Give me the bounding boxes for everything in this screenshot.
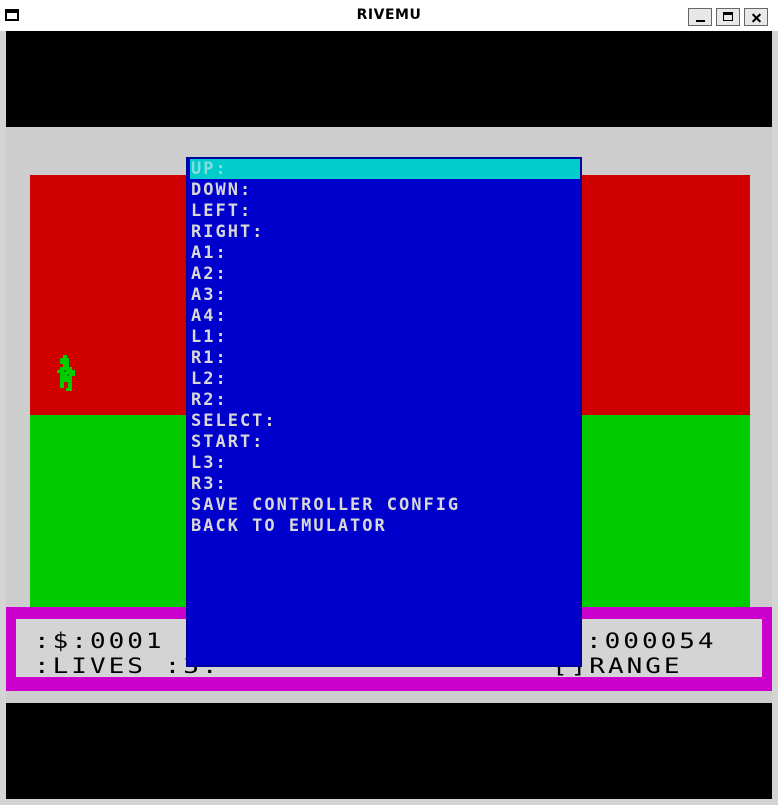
menu-item-l3[interactable]: L3: <box>188 453 580 473</box>
menu-item-a3[interactable]: A3: <box>188 285 580 305</box>
maximize-button[interactable] <box>716 8 740 26</box>
menu-item-l1[interactable]: L1: <box>188 327 580 347</box>
back-to-emulator-option[interactable]: BACK TO EMULATOR <box>188 516 580 536</box>
menu-item-a4[interactable]: A4: <box>188 306 580 326</box>
menu-item-start[interactable]: START: <box>188 432 580 452</box>
controller-config-menu: UP: DOWN: LEFT: RIGHT: A1: A2: A3: A4: L… <box>186 157 582 667</box>
game-screen[interactable]: :$:0001 :LIVES :3: :000054 []RANGE UP: D… <box>6 31 772 799</box>
letterbox-top <box>6 31 772 127</box>
menu-item-select[interactable]: SELECT: <box>188 411 580 431</box>
menu-item-r1[interactable]: R1: <box>188 348 580 368</box>
money-readout: :$:0001 <box>34 629 165 654</box>
emulator-window: RIVEMU:$:0001:LIVES:3::000054 []RANG… <box>0 0 778 805</box>
score-readout: :000054 <box>586 629 717 654</box>
title-bar[interactable]: RIVEMU <box>0 0 778 31</box>
close-button[interactable] <box>744 8 768 26</box>
menu-item-right[interactable]: RIGHT: <box>188 222 580 242</box>
menu-item-a2[interactable]: A2: <box>188 264 580 284</box>
menu-item-l2[interactable]: L2: <box>188 369 580 389</box>
menu-item-down[interactable]: DOWN: <box>188 180 580 200</box>
save-controller-config-option[interactable]: SAVE CONTROLLER CONFIG <box>188 495 580 515</box>
menu-item-r3[interactable]: R3: <box>188 474 580 494</box>
menu-item-a1[interactable]: A1: <box>188 243 580 263</box>
player-sprite <box>57 355 75 391</box>
menu-item-up[interactable]: UP: <box>190 159 580 179</box>
minimize-button[interactable] <box>688 8 712 26</box>
window-title: RIVEMU <box>356 7 422 23</box>
menu-item-left[interactable]: LEFT: <box>188 201 580 221</box>
menu-item-r2[interactable]: R2: <box>188 390 580 410</box>
letterbox-bottom <box>6 703 772 799</box>
